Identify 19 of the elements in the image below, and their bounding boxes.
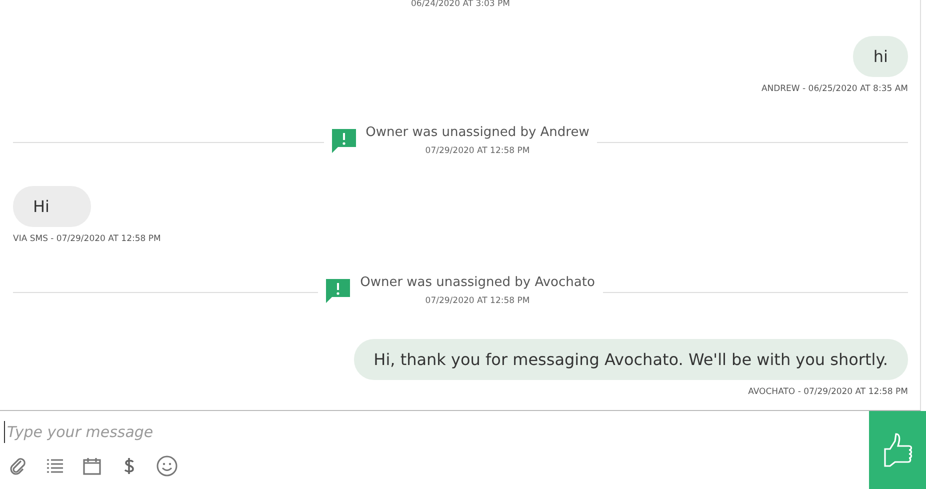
event-time: 06/24/2020 AT 3:03 PM bbox=[411, 0, 510, 11]
smiley-icon[interactable] bbox=[156, 455, 178, 477]
event-time: 07/29/2020 AT 12:58 PM bbox=[425, 296, 530, 306]
message-bubble: Hi, thank you for messaging Avochato. We'll be with you shortly. bbox=[354, 339, 908, 380]
send-button[interactable] bbox=[869, 411, 926, 489]
event-text: Owner was unassigned by Avochato bbox=[360, 275, 595, 290]
event-text: Owner was unassigned by Andrew bbox=[366, 125, 590, 140]
calendar-icon[interactable] bbox=[82, 456, 102, 476]
list-icon[interactable] bbox=[45, 456, 65, 476]
alert-chat-icon bbox=[332, 129, 356, 153]
paperclip-icon[interactable] bbox=[8, 456, 28, 476]
message-meta: VIA SMS - 07/29/2020 AT 12:58 PM bbox=[13, 234, 161, 244]
thumbs-up-icon bbox=[882, 432, 912, 468]
message-meta: ANDREW - 06/25/2020 AT 8:35 AM bbox=[761, 84, 908, 94]
message-meta: AVOCHATO - 07/29/2020 AT 12:58 PM bbox=[748, 387, 908, 397]
alert-chat-icon bbox=[326, 279, 350, 303]
message-bubble: Hi bbox=[13, 186, 92, 227]
event-time: 07/29/2020 AT 12:58 PM bbox=[425, 146, 530, 156]
message-bubble: hi bbox=[853, 36, 908, 77]
